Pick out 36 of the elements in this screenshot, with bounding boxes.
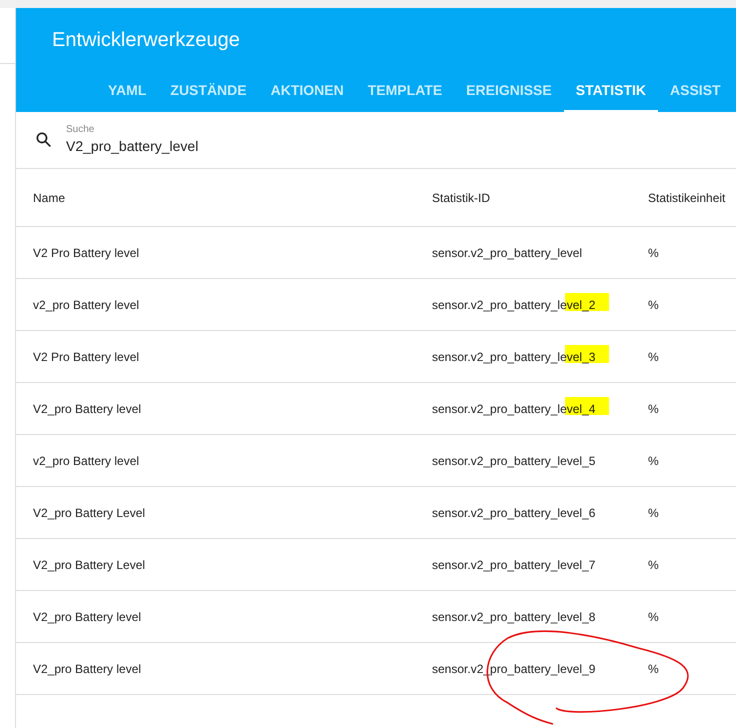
table-cell: %: [648, 610, 659, 624]
table-cell: %: [648, 506, 659, 520]
table-cell: sensor.v2_pro_battery_level_5: [432, 454, 596, 468]
tab[interactable]: ZUSTÄNDE: [158, 70, 259, 112]
table-cell: %: [648, 402, 659, 416]
tab[interactable]: AKTIONEN: [258, 70, 356, 112]
table-cell: V2 Pro Battery level: [33, 246, 140, 260]
table-cell: V2_pro Battery level: [33, 610, 142, 624]
column-header: Statistikeinheit: [648, 190, 726, 204]
table-cell: %: [648, 662, 659, 676]
table-cell: V2_pro Battery Level: [33, 558, 146, 572]
table-cell: sensor.v2_pro_battery_level_6: [432, 506, 596, 520]
table-cell: sensor.v2_pro_battery_level: [432, 246, 582, 260]
table-cell: V2_pro Battery Level: [33, 506, 146, 520]
column-header: Name: [33, 190, 66, 204]
tab[interactable]: STATISTIK: [564, 70, 658, 112]
tab[interactable]: YAML: [96, 70, 158, 112]
table-cell: V2 Pro Battery level: [33, 350, 140, 364]
table-cell: %: [648, 558, 659, 572]
column-header: Statistik-ID: [432, 190, 490, 204]
table-cell: sensor.v2_pro_battery_level_7: [432, 558, 596, 572]
tab[interactable]: ASSIST: [658, 70, 733, 112]
search-field[interactable]: Suche V2_pro_battery_level: [66, 125, 198, 155]
tab[interactable]: EREIGNISSE: [454, 70, 564, 112]
table-cell: V2_pro Battery level: [33, 662, 142, 676]
table-cell: v2_pro Battery level: [33, 454, 140, 468]
table-cell: V2_pro Battery level: [33, 402, 142, 416]
table-cell: v2_pro Battery level: [33, 298, 140, 312]
table-cell: %: [648, 454, 659, 468]
table-cell: %: [648, 298, 659, 312]
page-title: Entwicklerwerkzeuge: [51, 28, 241, 53]
table-cell: sensor.v2_pro_battery_level_8: [432, 610, 596, 624]
table-cell: %: [648, 246, 659, 260]
tab[interactable]: TEMPLATE: [356, 70, 454, 112]
search-icon: [34, 130, 54, 150]
table-cell: %: [648, 350, 659, 364]
